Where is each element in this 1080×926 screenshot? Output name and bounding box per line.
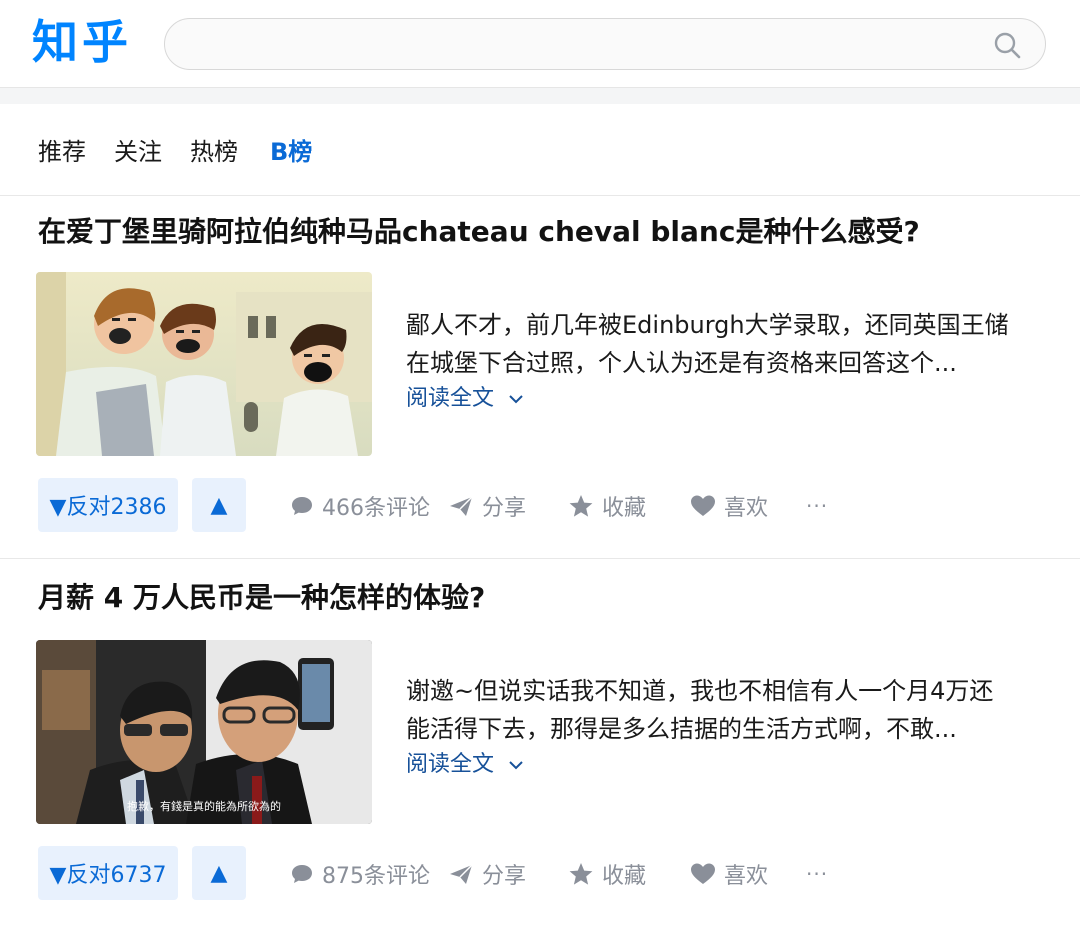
excerpt-line: 谢邀~但说实话我不知道，我也不相信有人一个月4万还: [406, 677, 994, 705]
tab-recommend[interactable]: 推荐: [38, 136, 86, 168]
comment-button[interactable]: 875条评论: [290, 859, 430, 889]
share-label: 分享: [482, 864, 527, 889]
question-title[interactable]: 在爱丁堡里骑阿拉伯纯种马品chateau cheval blanc是种什么感受?: [38, 212, 920, 252]
answer-thumbnail[interactable]: 抱歉，有錢是真的能為所欲為的: [36, 640, 372, 824]
feed-card: 月薪 4 万人民币是一种怎样的体验? 抱歉，有錢是真的能為所欲為的 谢邀~但说实…: [0, 562, 1080, 926]
feed-card: 在爱丁堡里骑阿拉伯纯种马品chateau cheval blanc是种什么感受?: [0, 196, 1080, 558]
comment-count: 875条评论: [322, 864, 430, 889]
share-icon: [450, 864, 473, 884]
share-button[interactable]: 分享: [448, 859, 526, 889]
search-bar[interactable]: [164, 18, 1046, 70]
action-bar: ▼反对2386 ▲ 466条评论 分享 收藏 喜欢 ···: [0, 478, 1080, 534]
read-more-link[interactable]: 阅读全文: [406, 384, 524, 414]
vote-up-button[interactable]: ▲: [192, 846, 246, 900]
search-icon[interactable]: [991, 29, 1023, 61]
vote-down-button[interactable]: ▼反对6737: [38, 846, 178, 900]
tab-b-list[interactable]: B榜: [270, 136, 312, 168]
comment-count: 466条评论: [322, 496, 430, 521]
share-button[interactable]: 分享: [448, 491, 526, 521]
comment-button[interactable]: 466条评论: [290, 491, 430, 521]
excerpt-line: 鄙人不才，前几年被Edinburgh大学录取，还同英国王储: [406, 311, 1009, 339]
favorite-button[interactable]: 收藏: [568, 859, 646, 889]
more-options-button[interactable]: ···: [806, 491, 828, 521]
vote-down-button[interactable]: ▼反对2386: [38, 478, 178, 532]
heart-icon: [691, 863, 715, 884]
read-more-label: 阅读全文: [406, 752, 495, 777]
favorite-button[interactable]: 收藏: [568, 491, 646, 521]
excerpt-line: 在城堡下合过照，个人认为还是有资格来回答这个...: [406, 349, 957, 377]
favorite-label: 收藏: [602, 496, 647, 521]
like-label: 喜欢: [724, 496, 769, 521]
tab-follow[interactable]: 关注: [114, 136, 162, 168]
excerpt-line: 能活得下去，那得是多么拮据的生活方式啊，不敢...: [406, 715, 957, 743]
card-divider: [0, 558, 1080, 559]
star-icon: [569, 495, 593, 517]
feed-tabs: 推荐 关注 热榜 B榜: [0, 104, 1080, 196]
read-more-label: 阅读全文: [406, 386, 495, 411]
image-subtitle: 抱歉，有錢是真的能為所欲為的: [127, 799, 281, 813]
chevron-down-icon: [508, 384, 524, 414]
like-label: 喜欢: [724, 864, 769, 889]
comment-icon: [292, 865, 312, 883]
vote-up-button[interactable]: ▲: [192, 478, 246, 532]
comment-icon: [292, 497, 312, 515]
answer-excerpt[interactable]: 谢邀~但说实话我不知道，我也不相信有人一个月4万还 能活得下去，那得是多么拮据的…: [406, 672, 1046, 748]
header-separator: [0, 88, 1080, 104]
question-title[interactable]: 月薪 4 万人民币是一种怎样的体验?: [38, 578, 485, 618]
top-header: 知乎: [0, 0, 1080, 88]
favorite-label: 收藏: [602, 864, 647, 889]
like-button[interactable]: 喜欢: [690, 491, 768, 521]
zhihu-logo[interactable]: 知乎: [32, 12, 132, 72]
like-button[interactable]: 喜欢: [690, 859, 768, 889]
chevron-down-icon: [508, 750, 524, 780]
read-more-link[interactable]: 阅读全文: [406, 750, 524, 780]
more-options-button[interactable]: ···: [806, 859, 828, 889]
search-input[interactable]: [185, 27, 965, 61]
answer-thumbnail[interactable]: [36, 272, 372, 456]
star-icon: [569, 863, 593, 885]
tab-hot[interactable]: 热榜: [190, 136, 238, 168]
share-icon: [450, 496, 473, 516]
share-label: 分享: [482, 496, 527, 521]
answer-excerpt[interactable]: 鄙人不才，前几年被Edinburgh大学录取，还同英国王储 在城堡下合过照，个人…: [406, 306, 1046, 382]
action-bar: ▼反对6737 ▲ 875条评论 分享 收藏 喜欢 ···: [0, 846, 1080, 902]
heart-icon: [691, 495, 715, 516]
